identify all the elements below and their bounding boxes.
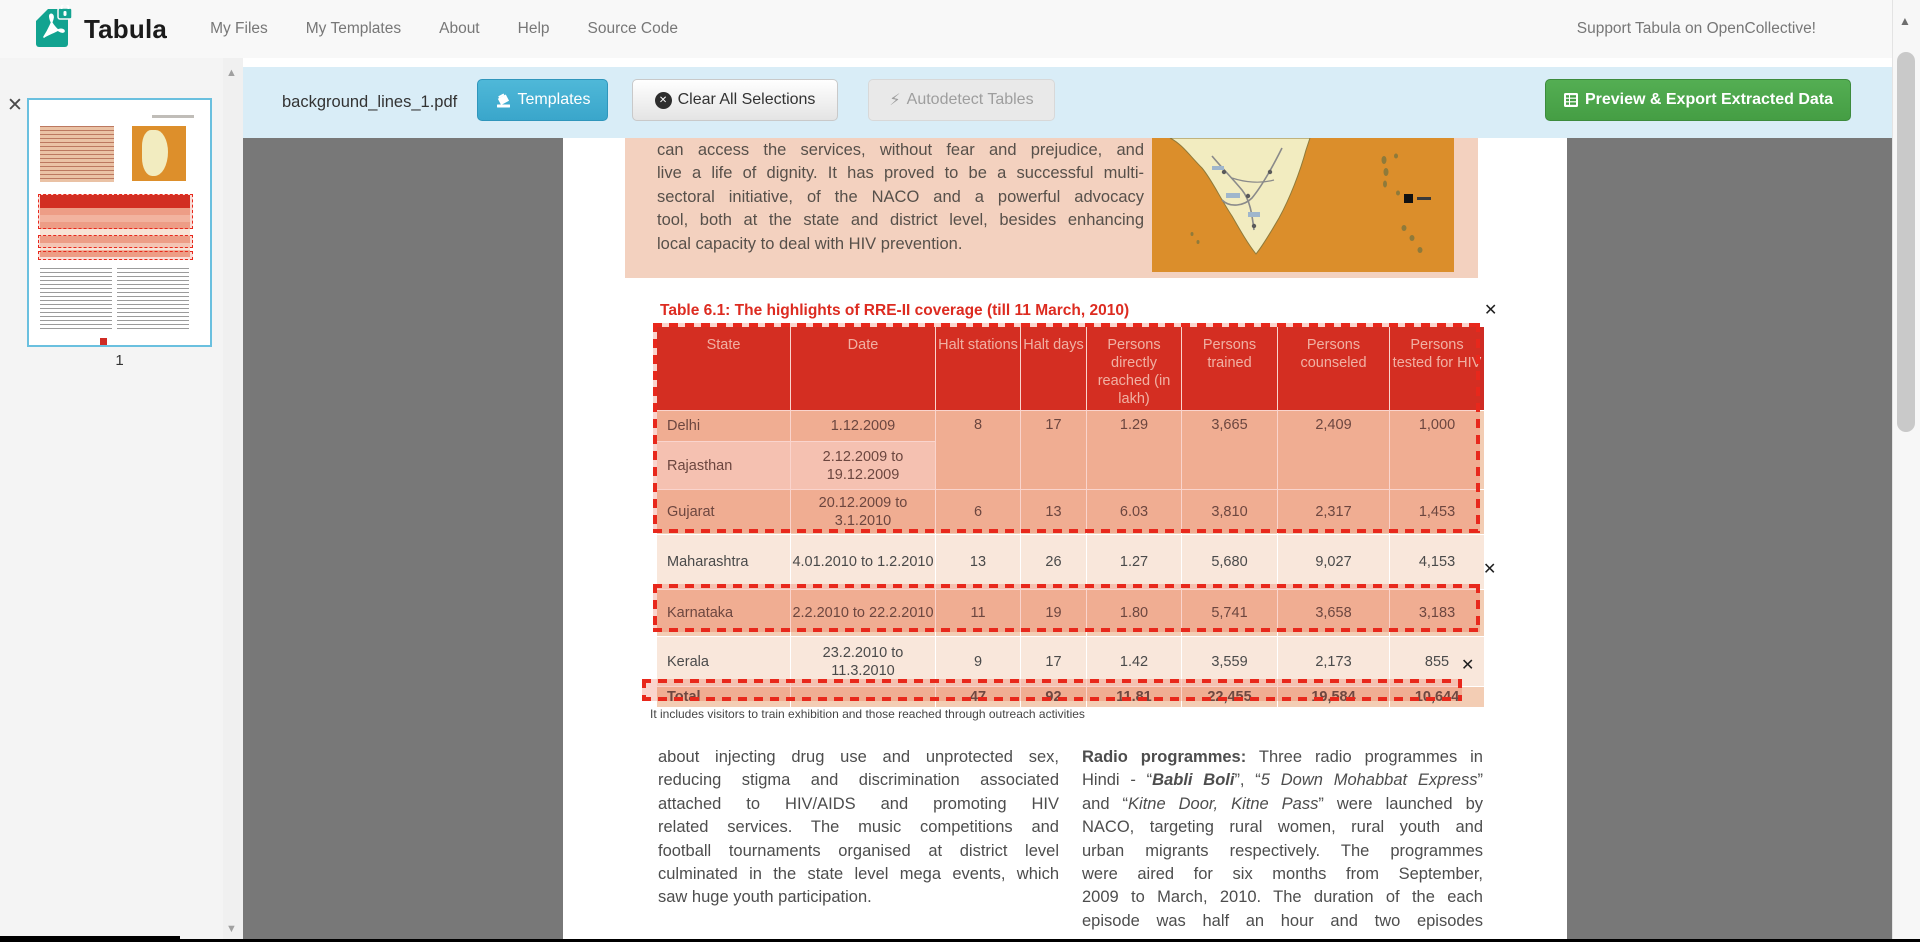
nav-item-my-files[interactable]: My Files — [191, 20, 287, 38]
pdf-filename: background_lines_1.pdf — [282, 67, 457, 138]
table-list-icon — [1563, 92, 1579, 108]
text-line: Radio programmes: Three radio programmes… — [1082, 746, 1483, 769]
toolbar-gap — [243, 58, 1892, 67]
text-line: reducing stigma and discrimination assoc… — [658, 769, 1059, 792]
thumb-page-number-mark — [100, 338, 107, 345]
templates-button[interactable]: Templates — [477, 79, 608, 121]
selection-3-close-icon[interactable]: ✕ — [1461, 658, 1474, 674]
export-button-label: Preview & Export Extracted Data — [1585, 91, 1833, 109]
text-line: episode was half an hour and two episode… — [1082, 910, 1483, 933]
text-line: live a life of dignity. It has proved to… — [657, 162, 1144, 185]
thumb-header-line — [152, 115, 194, 118]
thumb-map-block — [132, 126, 186, 181]
autodetect-button-label: Autodetect Tables — [907, 91, 1034, 109]
table-selection-2[interactable] — [653, 584, 1480, 632]
india-map-image — [1152, 138, 1454, 272]
table-cell: 26 — [1021, 535, 1086, 589]
table-cell: 4,153 — [1390, 535, 1484, 589]
thumb-selection-2 — [38, 235, 193, 248]
autodetect-tables-button[interactable]: ⚡ Autodetect Tables — [868, 79, 1055, 121]
support-link[interactable]: Support Tabula on OpenCollective! — [1577, 20, 1816, 38]
text-line: sectoral initiative, of the NACO and a p… — [657, 186, 1144, 209]
text-line: urban migrants respectively. The program… — [1082, 840, 1483, 863]
text-line: 2009 to March, 2010. The duration of the… — [1082, 886, 1483, 909]
pdf-table-footnote: It includes visitors to train exhibition… — [650, 707, 1085, 721]
text-line: saw huge youth participation. — [658, 886, 1059, 909]
pdf-table-title: Table 6.1: The highlights of RRE-II cove… — [660, 302, 1480, 320]
table-cell: 13 — [936, 535, 1020, 589]
thumb-selection-3 — [38, 251, 193, 260]
nav-item-my-templates[interactable]: My Templates — [287, 20, 420, 38]
text-line: related services. The music competitions… — [658, 816, 1059, 839]
window-scroll-up-icon[interactable]: ▲ — [1899, 14, 1911, 28]
text-line: NACO, targeting rural women, rural youth… — [1082, 816, 1483, 839]
text-line: tool, both at the state and district lev… — [657, 209, 1144, 232]
thumbnail-page-label: 1 — [27, 352, 212, 369]
table-cell: 1.27 — [1087, 535, 1181, 589]
remove-page-icon[interactable]: ✕ — [7, 96, 23, 115]
table-cell: 9,027 — [1278, 535, 1389, 589]
text-line: culminated in the state level mega event… — [658, 863, 1059, 886]
page-thumbnail[interactable] — [27, 98, 212, 347]
nav-item-source-code[interactable]: Source Code — [569, 20, 697, 38]
table-selection-1[interactable] — [653, 323, 1480, 533]
pdf-body-column-left: about injecting drug use and unprotected… — [658, 746, 1059, 910]
selection-1-close-icon[interactable]: ✕ — [1484, 303, 1497, 319]
window-scrollbar-thumb[interactable] — [1897, 52, 1915, 432]
navbar: Tabula My Files My Templates About Help … — [0, 0, 1920, 59]
thumb-text-column-left — [40, 268, 112, 332]
text-line: were aired for six months from September… — [1082, 863, 1483, 886]
pdf-body-column-right: Radio programmes: Three radio programmes… — [1082, 746, 1483, 933]
thumb-selection-1 — [38, 194, 193, 229]
table-cell: Maharashtra — [657, 535, 790, 589]
clear-circle-x-icon: ✕ — [655, 92, 672, 109]
nav-item-help[interactable]: Help — [499, 20, 569, 38]
text-line: can access the services, without fear an… — [657, 139, 1144, 162]
text-line: football tournaments organised at distri… — [658, 840, 1059, 863]
text-line: Hindi - “Babli Boli”, “5 Down Mohabbat E… — [1082, 769, 1483, 792]
clear-button-label: Clear All Selections — [678, 91, 816, 109]
preview-export-button[interactable]: Preview & Export Extracted Data — [1545, 79, 1851, 121]
sidebar-scroll-up-icon[interactable]: ▲ — [226, 68, 237, 79]
template-save-icon — [495, 92, 512, 109]
table-selection-3[interactable] — [642, 679, 1462, 701]
nav-item-about[interactable]: About — [420, 20, 499, 38]
text-line: local capacity to deal with HIV preventi… — [657, 233, 1144, 256]
lightning-bolt-icon: ⚡ — [889, 90, 900, 110]
thumb-paragraph-block — [40, 126, 114, 182]
text-line: and “Kitne Door, Kitne Pass” were launch… — [1082, 793, 1483, 816]
sidebar-scroll-down-icon[interactable]: ▼ — [226, 924, 237, 935]
selection-2-close-icon[interactable]: ✕ — [1483, 562, 1496, 578]
nav-links: My Files My Templates About Help Source … — [191, 20, 697, 38]
clear-all-selections-button[interactable]: ✕ Clear All Selections — [632, 79, 838, 121]
text-line: attached to HIV/AIDS and promoting HIV — [658, 793, 1059, 816]
brand-title: Tabula — [84, 14, 167, 45]
text-line: about injecting drug use and unprotected… — [658, 746, 1059, 769]
tabula-logo-icon — [34, 5, 74, 54]
thumb-map-shape — [142, 130, 168, 176]
templates-button-label: Templates — [518, 91, 591, 109]
sidebar-scrollbar[interactable] — [223, 58, 243, 942]
table-cell: 4.01.2010 to 1.2.2010 — [791, 535, 935, 589]
horizontal-scrollbar-thumb[interactable] — [0, 936, 180, 942]
brand[interactable]: Tabula — [34, 5, 167, 54]
pdf-intro-paragraph: can access the services, without fear an… — [657, 139, 1144, 256]
toolbar: background_lines_1.pdf Templates ✕ Clear… — [243, 67, 1892, 138]
table-cell: 5,680 — [1182, 535, 1277, 589]
thumb-text-column-right — [117, 268, 189, 332]
